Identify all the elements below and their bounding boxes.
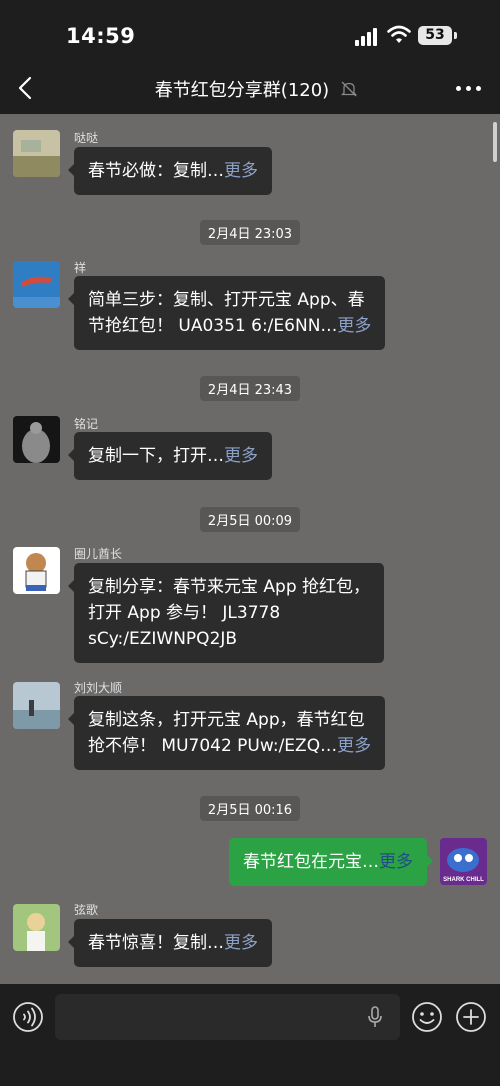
- chat-area[interactable]: 哒哒 春节必做：复制…更多 2月4日 23:03 祥 简单三步：复制、打开元宝 …: [0, 114, 500, 984]
- sender-name: 哒哒: [74, 131, 99, 145]
- more-link[interactable]: 更多: [224, 446, 258, 466]
- input-bar: [0, 984, 500, 1086]
- wifi-icon: [387, 25, 411, 43]
- timestamp: 2月4日 23:03: [0, 220, 500, 245]
- mute-bell-icon: [340, 81, 358, 97]
- message-bubble[interactable]: 简单三步：复制、打开元宝 App、春 节抢红包！ UA0351 6:/E6NN……: [67, 276, 386, 350]
- message-bubble[interactable]: 春节必做：复制…更多: [68, 147, 272, 195]
- chat-title: 春节红包分享群(120): [154, 80, 330, 101]
- message-text: 春节红包在元宝…: [243, 852, 379, 872]
- avatar[interactable]: [13, 682, 60, 729]
- avatar[interactable]: [13, 904, 60, 951]
- more-link[interactable]: 更多: [337, 316, 371, 336]
- avatar[interactable]: [13, 547, 60, 594]
- message-bubble[interactable]: 春节红包在元宝…更多: [229, 838, 433, 886]
- sender-name: 弦歌: [74, 903, 99, 917]
- message-line: 复制分享：春节来元宝 App 抢红包，: [88, 577, 371, 597]
- message-line: 抢不停！ MU7042 PUw:/EZQ…: [88, 736, 338, 756]
- message-bubble[interactable]: 复制这条，打开元宝 App，春节红包 抢不停！ MU7042 PUw:/EZQ……: [67, 696, 386, 770]
- status-bar: 14:59 53: [0, 0, 500, 62]
- sender-name: 圈儿酋长: [74, 547, 123, 561]
- more-options-button[interactable]: [452, 76, 484, 100]
- avatar[interactable]: [13, 416, 60, 463]
- sender-name: 祥: [74, 261, 87, 275]
- message-line: sCy:/EZIWNPQ2JB: [88, 629, 238, 649]
- message-text: 复制一下，打开…: [88, 446, 224, 466]
- status-time: 14:59: [66, 24, 136, 48]
- message-line: 节抢红包！ UA0351 6:/E6NN…: [88, 316, 338, 336]
- more-link[interactable]: 更多: [224, 161, 258, 181]
- battery-tip: [454, 32, 457, 39]
- signal-icon: [355, 28, 381, 46]
- message-input[interactable]: [55, 994, 400, 1040]
- message-bubble[interactable]: 复制分享：春节来元宝 App 抢红包， 打开 App 参与！ JL3778 sC…: [67, 563, 385, 663]
- timestamp: 2月5日 00:16: [0, 796, 500, 821]
- avatar[interactable]: [13, 261, 60, 308]
- plus-icon[interactable]: [455, 1001, 487, 1033]
- avatar[interactable]: SHARK CHILL: [440, 838, 487, 885]
- message-text: 春节必做：复制…: [88, 161, 224, 181]
- timestamp: 2月4日 23:43: [0, 376, 500, 401]
- svg-text:SHARK CHILL: SHARK CHILL: [443, 877, 484, 883]
- message-line: 简单三步：复制、打开元宝 App、春: [88, 290, 365, 310]
- message-text: 春节惊喜！复制…: [88, 933, 224, 953]
- microphone-icon[interactable]: [366, 1005, 384, 1029]
- sender-name: 铭记: [74, 417, 99, 431]
- more-link[interactable]: 更多: [224, 933, 258, 953]
- timestamp: 2月5日 00:09: [0, 507, 500, 532]
- nav-bar: 春节红包分享群(120): [0, 62, 500, 114]
- message-bubble[interactable]: 复制一下，打开…更多: [68, 432, 272, 480]
- emoji-icon[interactable]: [411, 1001, 443, 1033]
- scrollbar[interactable]: [493, 122, 497, 162]
- voice-icon[interactable]: [12, 1001, 44, 1033]
- message-line: 打开 App 参与！ JL3778: [88, 603, 281, 623]
- avatar[interactable]: [13, 130, 60, 177]
- more-link[interactable]: 更多: [379, 852, 413, 872]
- more-link[interactable]: 更多: [337, 736, 371, 756]
- message-line: 复制这条，打开元宝 App，春节红包: [88, 710, 365, 730]
- battery-icon: 53: [418, 26, 452, 45]
- message-bubble[interactable]: 春节惊喜！复制…更多: [68, 919, 272, 967]
- sender-name: 刘刘大顺: [74, 681, 123, 695]
